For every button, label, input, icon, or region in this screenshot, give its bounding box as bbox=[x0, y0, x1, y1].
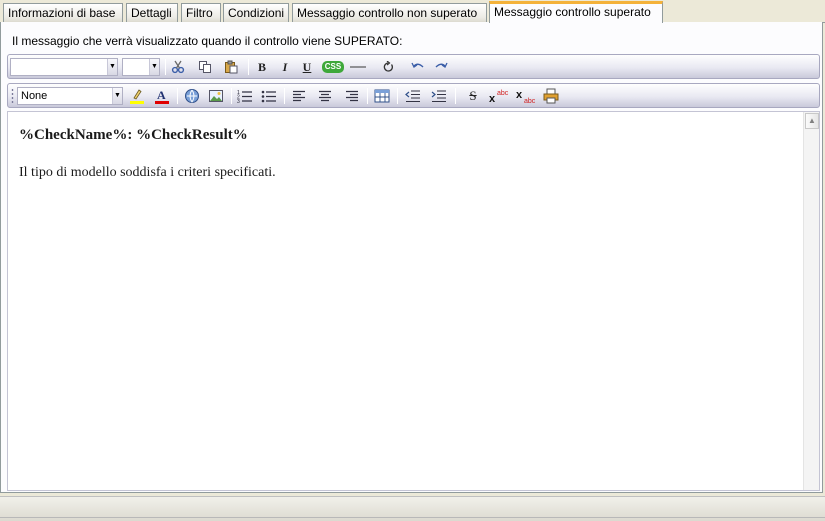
toolbar-separator bbox=[284, 88, 285, 104]
panel-caption: Il messaggio che verrà visualizzato quan… bbox=[12, 34, 403, 48]
toolbar-separator bbox=[367, 88, 368, 104]
align-center-icon[interactable] bbox=[315, 87, 335, 105]
paragraph-style-value: None bbox=[21, 90, 48, 102]
highlight-icon[interactable] bbox=[127, 87, 147, 105]
toolbar-separator bbox=[177, 88, 178, 104]
toolbar-separator bbox=[248, 59, 249, 75]
tab-informazioni-di-base[interactable]: Informazioni di base bbox=[3, 3, 123, 23]
status-bar bbox=[0, 496, 825, 521]
bold-icon[interactable]: B bbox=[252, 58, 272, 76]
message-heading: %CheckName%: %CheckResult% bbox=[19, 127, 248, 143]
undo-icon[interactable] bbox=[408, 58, 428, 76]
italic-icon[interactable]: I bbox=[275, 58, 295, 76]
status-divider bbox=[0, 517, 825, 518]
superscript-icon[interactable]: x abc bbox=[487, 87, 511, 105]
editor-toolbar-bottom: None ▼ A 123 S x abc x abc bbox=[7, 83, 820, 108]
svg-text:x: x bbox=[489, 93, 496, 104]
font-family-combo[interactable]: ▼ bbox=[10, 58, 118, 76]
align-right-icon[interactable] bbox=[342, 87, 362, 105]
scroll-up-icon[interactable]: ▲ bbox=[805, 113, 819, 129]
editor-content[interactable]: %CheckName%: %CheckResult% Il tipo di mo… bbox=[19, 127, 276, 181]
svg-text:abc: abc bbox=[497, 90, 509, 97]
tab-condizioni[interactable]: Condizioni bbox=[223, 3, 289, 23]
subscript-icon[interactable]: x abc bbox=[514, 87, 538, 105]
tab-panel: Il messaggio che verrà visualizzato quan… bbox=[0, 22, 823, 493]
tab-messaggio-non-superato[interactable]: Messaggio controllo non superato bbox=[292, 3, 487, 23]
font-color-icon[interactable]: A bbox=[152, 87, 172, 105]
horizontal-rule-icon[interactable] bbox=[348, 58, 368, 76]
vertical-scrollbar[interactable]: ▲ bbox=[803, 112, 819, 490]
insert-link-icon[interactable] bbox=[182, 87, 202, 105]
numbered-list-icon[interactable]: 123 bbox=[235, 87, 255, 105]
toolbar-separator bbox=[165, 59, 166, 75]
toolbar-separator bbox=[397, 88, 398, 104]
copy-icon[interactable] bbox=[195, 58, 215, 76]
bullet-list-icon[interactable] bbox=[259, 87, 279, 105]
svg-text:abc: abc bbox=[524, 98, 536, 104]
rich-text-editor[interactable]: %CheckName%: %CheckResult% Il tipo di mo… bbox=[7, 111, 820, 491]
indent-icon[interactable] bbox=[429, 87, 449, 105]
toolbar-separator bbox=[231, 88, 232, 104]
svg-text:A: A bbox=[157, 88, 166, 102]
paragraph-style-combo[interactable]: None ▼ bbox=[17, 87, 123, 105]
css-icon[interactable]: CSS bbox=[320, 58, 346, 76]
css-badge: CSS bbox=[321, 61, 345, 73]
tab-messaggio-superato[interactable]: Messaggio controllo superato bbox=[489, 1, 663, 23]
cut-icon[interactable] bbox=[168, 58, 188, 76]
toolbar-separator bbox=[455, 88, 456, 104]
insert-table-icon[interactable] bbox=[372, 87, 392, 105]
message-paragraph: Il tipo di modello soddisfa i criteri sp… bbox=[19, 165, 276, 180]
tab-filtro[interactable]: Filtro bbox=[181, 3, 221, 23]
editor-toolbar-top: ▼ ▼ B I U CSS bbox=[7, 54, 820, 79]
chevron-down-icon[interactable]: ▼ bbox=[107, 59, 117, 75]
outdent-icon[interactable] bbox=[403, 87, 423, 105]
chevron-down-icon[interactable]: ▼ bbox=[112, 88, 122, 104]
refresh-icon[interactable] bbox=[378, 58, 398, 76]
svg-text:x: x bbox=[516, 89, 523, 101]
tab-strip: Informazioni di base Dettagli Filtro Con… bbox=[0, 0, 825, 23]
underline-icon[interactable]: U bbox=[297, 58, 317, 76]
font-size-combo[interactable]: ▼ bbox=[122, 58, 160, 76]
tab-dettagli[interactable]: Dettagli bbox=[126, 3, 178, 23]
insert-image-icon[interactable] bbox=[206, 87, 226, 105]
redo-icon[interactable] bbox=[431, 58, 451, 76]
print-icon[interactable] bbox=[541, 87, 561, 105]
strikethrough-icon[interactable]: S bbox=[463, 87, 483, 105]
align-left-icon[interactable] bbox=[289, 87, 309, 105]
chevron-down-icon[interactable]: ▼ bbox=[149, 59, 159, 75]
paste-icon[interactable] bbox=[221, 58, 241, 76]
svg-text:3: 3 bbox=[237, 99, 240, 103]
toolbar-grip[interactable] bbox=[11, 88, 14, 104]
